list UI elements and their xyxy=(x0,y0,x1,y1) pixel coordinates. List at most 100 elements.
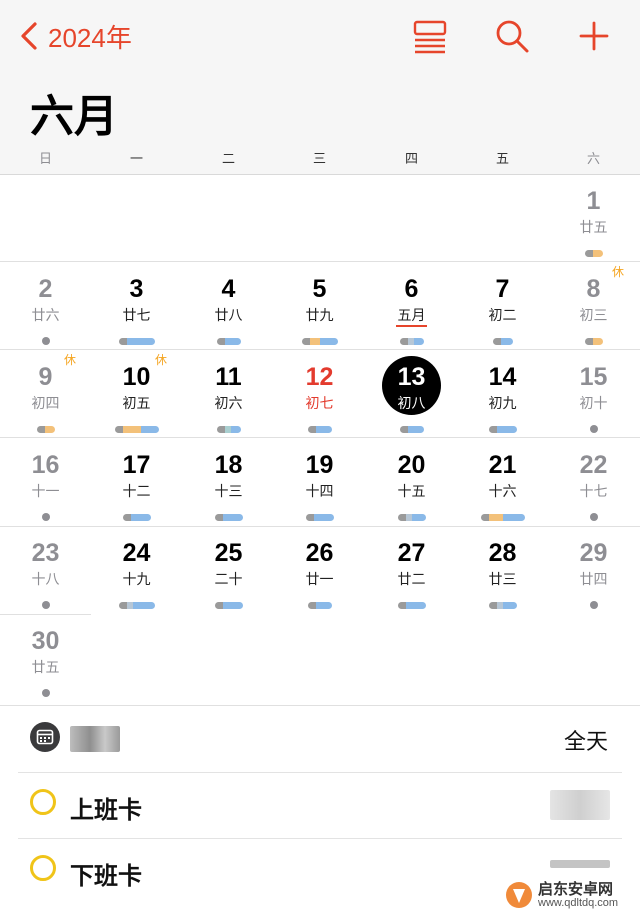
day-number: 13 xyxy=(397,363,426,391)
lunar-date: 初三 xyxy=(579,307,608,323)
add-icon xyxy=(579,21,609,51)
day-cell[interactable]: 26 廿一 xyxy=(274,527,365,615)
chevron-left-icon xyxy=(21,22,37,50)
day-cell[interactable]: 12 初七 xyxy=(274,351,365,439)
day-number: 8 xyxy=(586,275,601,303)
month-header: 六月 日 一 二 三 四 五 六 xyxy=(0,70,640,175)
day-number: 5 xyxy=(312,275,327,303)
event-bar xyxy=(398,514,426,521)
day-cell[interactable]: 21 十六 xyxy=(457,439,548,527)
weekday-fri: 五 xyxy=(495,151,509,166)
day-number: 28 xyxy=(488,539,517,567)
lunar-date: 廿三 xyxy=(488,571,517,587)
day-cell[interactable]: 15 初十 xyxy=(548,351,639,439)
event-dot xyxy=(590,425,598,433)
event-dot xyxy=(590,601,598,609)
lunar-date: 初五 xyxy=(122,395,151,411)
day-number: 30 xyxy=(31,627,60,655)
lunar-date: 廿四 xyxy=(579,571,608,587)
lunar-date: 十一 xyxy=(31,483,60,499)
day-cell[interactable]: 17 十二 xyxy=(91,439,182,527)
day-number: 10 xyxy=(122,363,151,391)
day-cell[interactable]: 7 初二 xyxy=(457,263,548,351)
day-cell[interactable]: 6 五月 xyxy=(366,263,457,351)
event-bar xyxy=(123,514,151,521)
weekday-sun: 日 xyxy=(38,151,52,166)
day-cell[interactable]: 2 廿六 xyxy=(0,263,91,351)
day-cell[interactable]: 18 十三 xyxy=(183,439,274,527)
day-cell[interactable]: 11 初六 xyxy=(183,351,274,439)
search-button[interactable] xyxy=(492,16,532,56)
day-cell[interactable]: 1 廿五 xyxy=(548,175,639,263)
day-cell[interactable]: 27 廿二 xyxy=(366,527,457,615)
lunar-date: 廿九 xyxy=(305,307,334,323)
weekday-row: 日 一 二 三 四 五 六 xyxy=(0,148,640,170)
lunar-date: 十七 xyxy=(579,483,608,499)
day-cell[interactable]: 16 十一 xyxy=(0,439,91,527)
day-cell[interactable]: 3 廿七 xyxy=(91,263,182,351)
day-cell[interactable]: 5 廿九 xyxy=(274,263,365,351)
day-number: 15 xyxy=(579,363,608,391)
lunar-date: 初二 xyxy=(488,307,517,323)
event-bar xyxy=(308,426,332,433)
holiday-underline xyxy=(396,325,427,327)
day-cell[interactable]: 29 廿四 xyxy=(548,527,639,615)
weekday-sat: 六 xyxy=(586,151,600,166)
weekday-tue: 二 xyxy=(221,151,235,166)
day-cell[interactable]: 休 10 初五 xyxy=(91,351,182,439)
lunar-date: 初十 xyxy=(579,395,608,411)
day-cell[interactable]: 20 十五 xyxy=(366,439,457,527)
day-number: 4 xyxy=(221,275,236,303)
day-cell[interactable]: 30 廿五 xyxy=(0,615,91,703)
lunar-date: 十二 xyxy=(122,483,151,499)
day-number: 9 xyxy=(38,363,53,391)
reminder-circle-icon[interactable] xyxy=(30,855,56,881)
day-number: 24 xyxy=(122,539,151,567)
day-cell[interactable]: 4 廿八 xyxy=(183,263,274,351)
day-cell[interactable]: 19 十四 xyxy=(274,439,365,527)
month-grid: 1 廿五 2 廿六 3 廿七 4 廿八 5 廿九 6 五月 7 初二 休 8 初… xyxy=(0,175,640,705)
back-label: 2024年 xyxy=(48,22,132,53)
today-cell[interactable]: 13 初八 xyxy=(366,351,457,439)
event-bar xyxy=(217,426,241,433)
watermark-name: 启东安卓网 xyxy=(538,881,614,898)
pixelated-title xyxy=(70,726,120,752)
lunar-date: 二十 xyxy=(214,571,243,587)
day-number: 14 xyxy=(488,363,517,391)
day-cell[interactable]: 25 二十 xyxy=(183,527,274,615)
day-number: 11 xyxy=(215,363,242,391)
event-bar xyxy=(493,338,513,345)
event-bar xyxy=(215,602,243,609)
reminder-title: 上班卡 xyxy=(70,797,142,824)
list-view-button[interactable] xyxy=(410,16,450,56)
day-cell[interactable]: 14 初九 xyxy=(457,351,548,439)
event-dot xyxy=(42,513,50,521)
list-view-icon xyxy=(413,20,447,54)
event-bar xyxy=(481,514,525,521)
lunar-date: 初七 xyxy=(305,395,334,411)
all-day-event-row[interactable]: 全天 xyxy=(18,706,622,773)
lunar-date: 廿一 xyxy=(305,571,334,587)
day-number: 12 xyxy=(305,363,334,391)
back-button[interactable]: 2024年 xyxy=(18,18,132,54)
event-bar xyxy=(585,250,603,257)
event-bar xyxy=(489,426,517,433)
reminder-circle-icon[interactable] xyxy=(30,789,56,815)
day-cell[interactable]: 23 十八 xyxy=(0,527,91,615)
weekday-mon: 一 xyxy=(129,151,143,166)
watermark-logo-icon xyxy=(506,882,532,908)
day-cell[interactable]: 24 十九 xyxy=(91,527,182,615)
all-day-label: 全天 xyxy=(563,729,608,754)
day-number: 2 xyxy=(38,275,53,303)
month-title: 六月 xyxy=(30,92,118,141)
reminder-row[interactable]: 上班卡 xyxy=(18,772,622,839)
day-cell[interactable]: 休 8 初三 xyxy=(548,263,639,351)
event-bar xyxy=(308,602,332,609)
watermark-url: www.qdltdq.com xyxy=(538,897,619,909)
day-number: 16 xyxy=(31,451,60,479)
day-cell[interactable]: 休 9 初四 xyxy=(0,351,91,439)
day-cell[interactable]: 22 十七 xyxy=(548,439,639,527)
day-cell[interactable]: 28 廿三 xyxy=(457,527,548,615)
add-event-button[interactable] xyxy=(574,16,614,56)
lunar-date: 十五 xyxy=(397,483,426,499)
